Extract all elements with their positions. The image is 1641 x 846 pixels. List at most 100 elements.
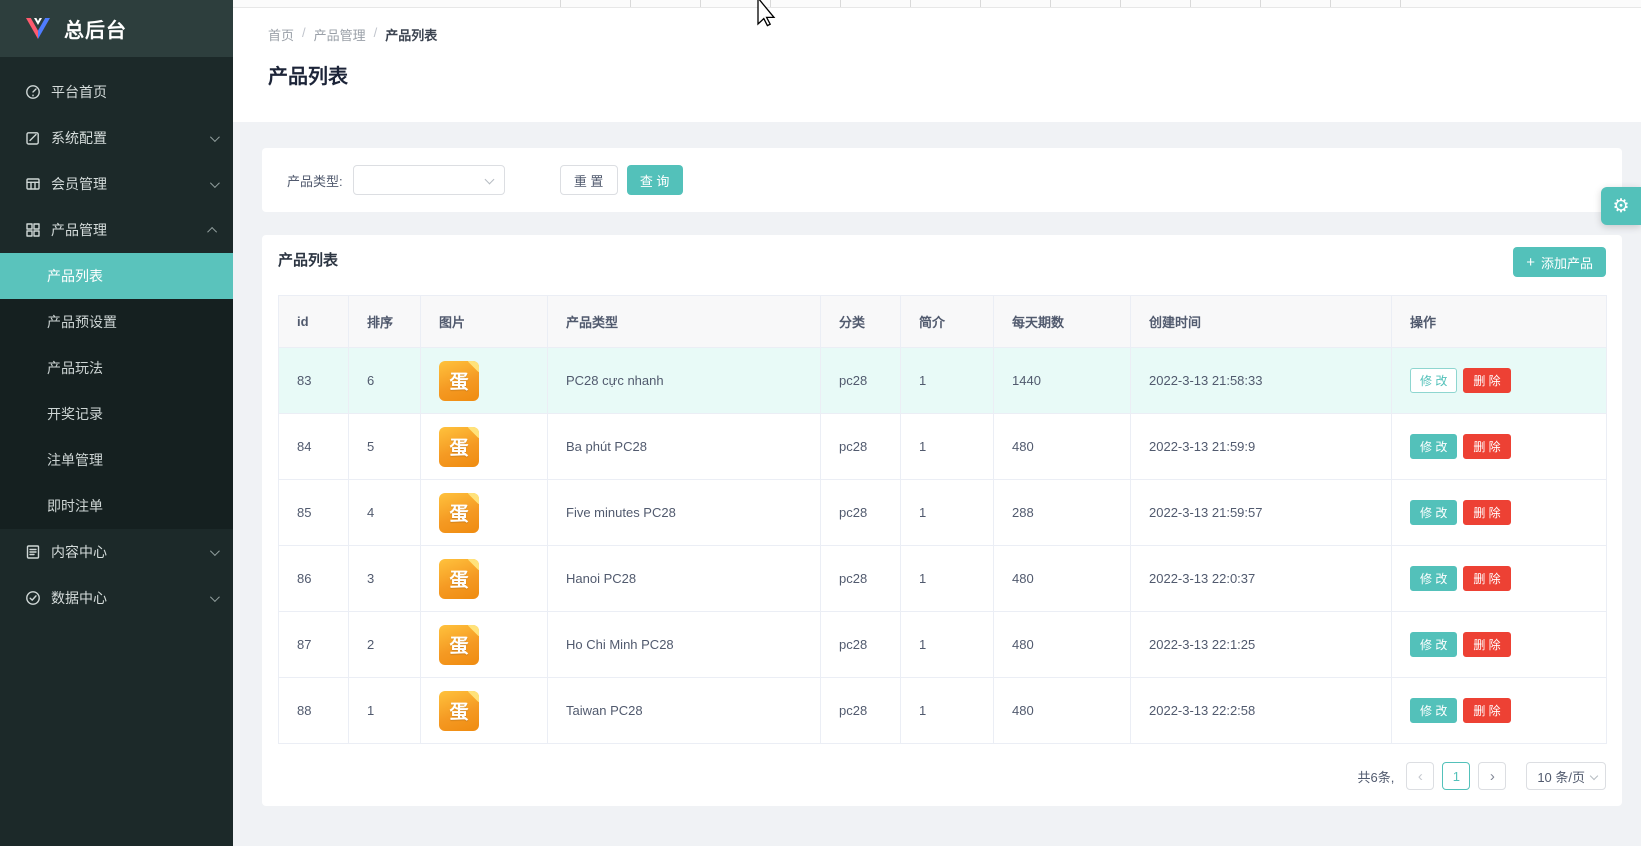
sidebar-subitem-order-management[interactable]: 注单管理 — [0, 437, 233, 483]
sidebar-item-product-management[interactable]: 产品管理 — [0, 207, 233, 253]
sidebar-subitem-label: 即时注单 — [47, 496, 103, 516]
cell-category: pc28 — [821, 612, 901, 678]
chevron-down-icon — [210, 592, 220, 602]
delete-button[interactable]: 删 除 — [1463, 500, 1510, 525]
delete-button[interactable]: 删 除 — [1463, 368, 1510, 393]
vue-logo-icon — [26, 18, 50, 39]
add-product-button[interactable]: + 添加产品 — [1513, 247, 1606, 277]
table-row-86: 863蛋Hanoi PC28pc2814802022-3-13 22:0:37修… — [279, 546, 1607, 612]
sidebar: 总后台 平台首页系统配置会员管理产品管理产品列表产品预设置产品玩法开奖记录注单管… — [0, 0, 233, 846]
cell-sort: 5 — [349, 414, 421, 480]
cell-category: pc28 — [821, 546, 901, 612]
edit-button[interactable]: 修 改 — [1410, 698, 1457, 723]
delete-button[interactable]: 删 除 — [1463, 698, 1510, 723]
breadcrumb: 首页/产品管理/产品列表 — [268, 25, 437, 44]
cell-actions: 修 改删 除 — [1392, 480, 1607, 546]
cell-image: 蛋 — [421, 480, 548, 546]
pagination-total: 共6条, — [1357, 767, 1394, 786]
cell-periods: 1440 — [994, 348, 1131, 414]
pagination-page-1-button[interactable]: 1 — [1442, 762, 1470, 790]
breadcrumb-item-0[interactable]: 首页 — [268, 25, 294, 44]
dashboard-icon — [25, 84, 41, 100]
cell-intro: 1 — [901, 546, 994, 612]
cell-type: Ho Chi Minh PC28 — [548, 612, 821, 678]
sidebar-subitem-label: 注单管理 — [47, 450, 103, 470]
sidebar-subitem-product-list[interactable]: 产品列表 — [0, 253, 233, 299]
breadcrumb-item-1[interactable]: 产品管理 — [314, 25, 366, 44]
product-type-select[interactable] — [353, 165, 505, 195]
delete-button[interactable]: 删 除 — [1463, 566, 1510, 591]
sidebar-subitem-product-preset[interactable]: 产品预设置 — [0, 299, 233, 345]
edit-icon — [25, 130, 41, 146]
sidebar-item-label: 平台首页 — [51, 82, 107, 102]
table-header-row: id排序图片产品类型分类简介每天期数创建时间操作 — [279, 296, 1607, 348]
product-list-card: 产品列表 + 添加产品 id排序图片产品类型分类简介每天期数创建时间操作 836… — [262, 235, 1622, 806]
edit-button[interactable]: 修 改 — [1410, 500, 1457, 525]
sidebar-subitem-realtime-orders[interactable]: 即时注单 — [0, 483, 233, 529]
sidebar-item-content-center[interactable]: 内容中心 — [0, 529, 233, 575]
sidebar-item-system-config[interactable]: 系统配置 — [0, 115, 233, 161]
delete-button[interactable]: 删 除 — [1463, 632, 1510, 657]
breadcrumb-item-2: 产品列表 — [385, 25, 437, 44]
chevron-down-icon — [210, 132, 220, 142]
app-logo[interactable]: 总后台 — [0, 0, 233, 57]
grid-icon — [25, 222, 41, 238]
cell-created: 2022-3-13 21:59:57 — [1131, 480, 1392, 546]
settings-button[interactable]: ⚙ — [1601, 187, 1641, 225]
delete-button[interactable]: 删 除 — [1463, 434, 1510, 459]
edit-button[interactable]: 修 改 — [1410, 632, 1457, 657]
cell-image: 蛋 — [421, 414, 548, 480]
edit-button[interactable]: 修 改 — [1410, 566, 1457, 591]
cell-periods: 480 — [994, 678, 1131, 744]
gear-icon: ⚙ — [1612, 195, 1629, 218]
cell-created: 2022-3-13 22:0:37 — [1131, 546, 1392, 612]
column-header-8: 操作 — [1392, 296, 1607, 348]
cell-id: 87 — [279, 612, 349, 678]
cell-actions: 修 改删 除 — [1392, 348, 1607, 414]
reset-button[interactable]: 重 置 — [560, 165, 618, 195]
mouse-cursor-icon — [757, 0, 777, 28]
cell-periods: 288 — [994, 480, 1131, 546]
cell-created: 2022-3-13 21:58:33 — [1131, 348, 1392, 414]
table-body: 836蛋PC28 cực nhanhpc28114402022-3-13 21:… — [279, 348, 1607, 744]
cell-category: pc28 — [821, 414, 901, 480]
cell-type: Taiwan PC28 — [548, 678, 821, 744]
sidebar-subitem-label: 产品列表 — [47, 266, 103, 286]
chevron-down-icon — [1590, 772, 1598, 780]
cell-periods: 480 — [994, 414, 1131, 480]
add-product-label: 添加产品 — [1541, 253, 1593, 272]
cell-sort: 2 — [349, 612, 421, 678]
cell-actions: 修 改删 除 — [1392, 414, 1607, 480]
cell-created: 2022-3-13 21:59:9 — [1131, 414, 1392, 480]
cell-sort: 1 — [349, 678, 421, 744]
document-icon — [25, 544, 41, 560]
plus-icon: + — [1526, 255, 1535, 270]
column-header-0: id — [279, 296, 349, 348]
sidebar-subitem-product-play[interactable]: 产品玩法 — [0, 345, 233, 391]
browser-strip-remnant — [233, 0, 1641, 8]
edit-button[interactable]: 修 改 — [1410, 434, 1457, 459]
sidebar-subitem-lottery-records[interactable]: 开奖记录 — [0, 391, 233, 437]
sidebar-submenu-product-management: 产品列表产品预设置产品玩法开奖记录注单管理即时注单 — [0, 253, 233, 529]
page-size-select[interactable]: 10 条/页 — [1526, 762, 1606, 790]
search-button[interactable]: 查 询 — [627, 165, 683, 195]
product-image: 蛋 — [439, 493, 479, 533]
cell-actions: 修 改删 除 — [1392, 546, 1607, 612]
column-header-6: 每天期数 — [994, 296, 1131, 348]
product-table: id排序图片产品类型分类简介每天期数创建时间操作 836蛋PC28 cực nh… — [278, 295, 1607, 744]
sidebar-item-member-management[interactable]: 会员管理 — [0, 161, 233, 207]
sidebar-nav: 平台首页系统配置会员管理产品管理产品列表产品预设置产品玩法开奖记录注单管理即时注… — [0, 57, 233, 621]
product-image: 蛋 — [439, 559, 479, 599]
page-size-value: 10 条/页 — [1537, 767, 1585, 786]
cell-actions: 修 改删 除 — [1392, 678, 1607, 744]
pagination-prev-button[interactable]: ‹ — [1406, 762, 1434, 790]
sidebar-item-data-center[interactable]: 数据中心 — [0, 575, 233, 621]
pagination-next-button[interactable]: › — [1478, 762, 1506, 790]
edit-button[interactable]: 修 改 — [1410, 368, 1457, 393]
sidebar-subitem-label: 开奖记录 — [47, 404, 103, 424]
cell-sort: 6 — [349, 348, 421, 414]
cell-type: Ba phút PC28 — [548, 414, 821, 480]
sidebar-item-platform-home[interactable]: 平台首页 — [0, 69, 233, 115]
sidebar-item-label: 产品管理 — [51, 220, 107, 240]
cell-sort: 3 — [349, 546, 421, 612]
